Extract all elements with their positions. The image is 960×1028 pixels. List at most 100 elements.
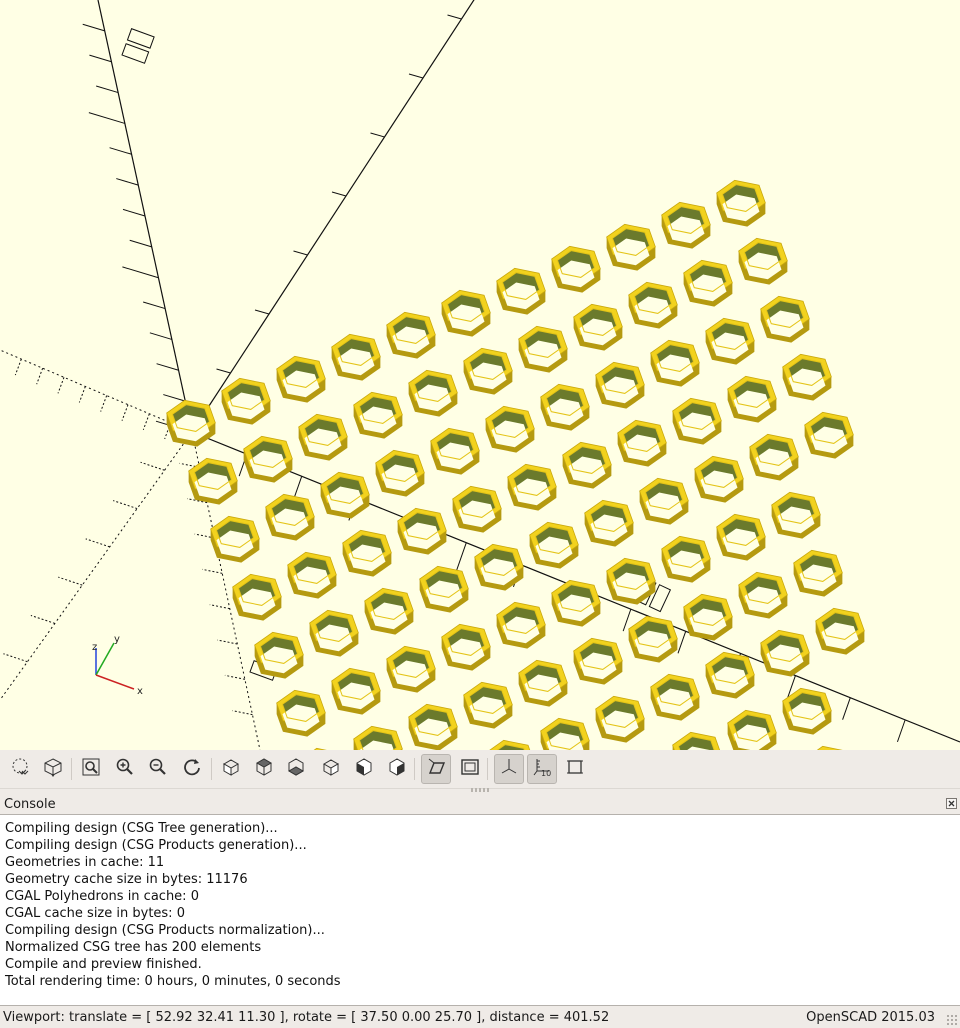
axis-tick [95, 85, 119, 94]
hex-cell [727, 709, 777, 750]
axis-tick [122, 266, 159, 279]
axis-tick [156, 363, 179, 371]
axis-tick [331, 191, 347, 197]
hex-cell [738, 571, 788, 619]
hex-cell [342, 529, 392, 577]
preview-button[interactable] [5, 754, 35, 784]
axis-tick [122, 208, 146, 217]
render-button[interactable] [38, 754, 68, 784]
splitter-handle[interactable] [471, 788, 489, 792]
hex-cell [782, 687, 832, 735]
hex-cell [419, 565, 469, 613]
hex-cell [705, 317, 755, 365]
axis-tick [100, 395, 108, 412]
view-back-button[interactable] [382, 754, 412, 784]
hex-cell [639, 477, 689, 525]
axis-tick [254, 309, 270, 315]
view-all-button[interactable] [76, 754, 106, 784]
console-output[interactable]: Compiling design (CSG Tree generation)..… [0, 814, 960, 1006]
hex-cell [749, 433, 799, 481]
view-top-button[interactable] [249, 754, 279, 784]
hex-cell [496, 267, 546, 315]
hex-cell [716, 513, 766, 561]
axis-tick [232, 710, 253, 716]
show-scale-button[interactable]: 10 [527, 754, 557, 784]
hex-cell [804, 411, 854, 459]
view-right-icon [221, 757, 241, 781]
orthogonal-button[interactable] [455, 754, 485, 784]
axis-tick [163, 394, 186, 402]
hex-cell [386, 311, 436, 359]
hex-cell [683, 593, 733, 641]
hex-cell [540, 383, 590, 431]
hex-cell [188, 457, 238, 505]
hex-cell [489, 739, 531, 750]
axis-tick [217, 639, 238, 645]
hex-cell [518, 659, 568, 707]
axis-tick [370, 132, 385, 138]
scale-markers-icon: 10 [532, 757, 552, 781]
hex-cell [573, 637, 623, 685]
perspective-icon [426, 757, 446, 781]
zoom-out-button[interactable] [143, 754, 173, 784]
show-edges-button[interactable] [560, 754, 590, 784]
hex-cell [353, 725, 403, 750]
toolbar-separator [414, 758, 415, 780]
hex-cell [452, 485, 502, 533]
zoom-in-icon [115, 757, 135, 781]
view-left-button[interactable] [316, 754, 346, 784]
axis-tick [842, 697, 851, 720]
hex-cell [474, 543, 524, 591]
axis-tick [121, 404, 129, 421]
axis-tick [140, 461, 165, 471]
hex-cell [166, 399, 216, 447]
console-line: Geometry cache size in bytes: 11176 [5, 872, 248, 887]
zoom-in-button[interactable] [110, 754, 140, 784]
axis-tick [142, 413, 150, 430]
resize-grip-icon[interactable] [946, 1014, 958, 1026]
axis-tick [408, 73, 424, 79]
hex-cell [815, 607, 865, 655]
hex-cell [210, 515, 260, 563]
perspective-button[interactable] [421, 754, 451, 784]
hex-cell [716, 179, 766, 227]
axis-tick [142, 301, 166, 310]
console-line: Geometries in cache: 11 [5, 855, 165, 870]
hex-cell [441, 623, 491, 671]
hex-cell [606, 223, 656, 271]
render-scene[interactable]: z y x [0, 0, 960, 750]
gizmo-x-axis [95, 674, 135, 690]
show-axes-button[interactable] [494, 754, 524, 784]
x-axis-negative [0, 349, 193, 433]
console-header: Console [0, 796, 960, 814]
axis-tick [58, 576, 83, 586]
svg-text:10: 10 [541, 769, 551, 777]
hex-cell [727, 375, 777, 423]
console-line: CGAL cache size in bytes: 0 [5, 906, 185, 921]
axis-tick [112, 500, 138, 510]
hex-cell [738, 237, 788, 285]
gizmo-y-axis [95, 642, 115, 676]
view-left-icon [321, 757, 341, 781]
hex-cell [672, 397, 722, 445]
view-front-button[interactable] [349, 754, 379, 784]
hex-cell [584, 499, 634, 547]
hex-cell [463, 347, 513, 395]
console-line: CGAL Polyhedrons in cache: 0 [5, 889, 199, 904]
hex-cell [518, 325, 568, 373]
hex-cell [309, 609, 359, 657]
view-right-button[interactable] [216, 754, 246, 784]
hex-cell [463, 681, 513, 729]
axis-tick [677, 631, 687, 654]
3d-viewport[interactable]: z y x [0, 0, 960, 750]
axis-tick [57, 377, 65, 394]
axes-icon [499, 757, 519, 781]
view-bottom-button[interactable] [281, 754, 311, 784]
reset-view-button[interactable] [177, 754, 207, 784]
reset-icon [182, 757, 202, 781]
hex-cell [628, 281, 678, 329]
close-icon[interactable] [946, 798, 957, 809]
hex-cell [221, 377, 271, 425]
gizmo-z-label: z [92, 642, 97, 653]
hex-cell [683, 259, 733, 307]
